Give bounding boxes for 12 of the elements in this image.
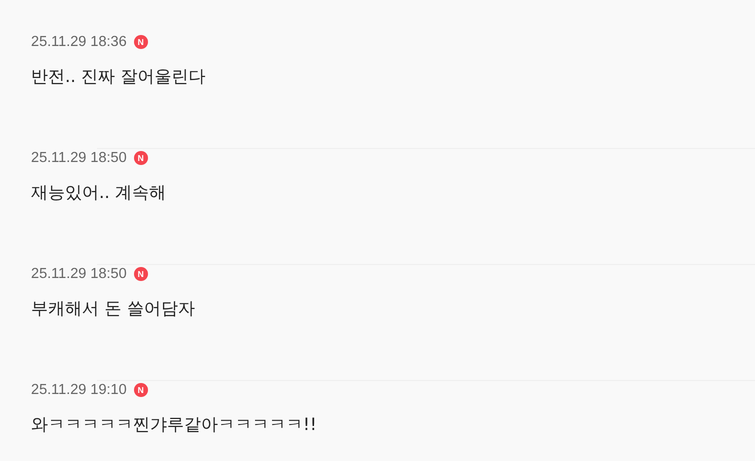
comment-time: 25.11.29 18:50 — [31, 266, 127, 282]
new-badge: N — [134, 151, 148, 165]
new-badge: N — [134, 267, 148, 281]
comment-time: 25.11.29 19:10 — [31, 382, 127, 398]
comment-time: 25.11.29 18:36 — [31, 34, 127, 50]
new-badge: N — [134, 383, 148, 397]
comment-text: 와ㅋㅋㅋㅋㅋ찐갸루같아ㅋㅋㅋㅋㅋ!! — [31, 414, 318, 436]
comment-text: 재능있어.. 계속해 — [31, 182, 168, 204]
comment-time: 25.11.29 18:50 — [31, 150, 127, 166]
new-badge: N — [134, 35, 148, 49]
comment-text: 부캐해서 돈 쓸어담자 — [31, 298, 196, 320]
comment-text: 반전.. 진짜 잘어울린다 — [31, 66, 207, 88]
